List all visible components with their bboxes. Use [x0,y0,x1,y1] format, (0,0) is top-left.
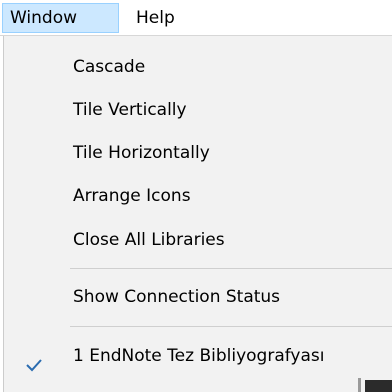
menu-item-arrange-icons[interactable]: Arrange Icons [4,176,392,216]
menu-item-tile-horizontally[interactable]: Tile Horizontally [4,133,392,173]
window-edge-block [365,380,392,392]
menu-separator [70,326,392,327]
menu-item-cascade[interactable]: Cascade [4,47,392,87]
window-edge-bar [358,378,361,392]
menu-bar: Window Help [0,0,392,36]
checkmark-icon [25,348,43,372]
menu-help[interactable]: Help [128,3,184,33]
window-menu-dropdown: Cascade Tile Vertically Tile Horizontall… [3,36,392,392]
menu-item-label: 1 EndNote Tez Bibliyografyası [73,346,325,366]
menu-window[interactable]: Window [2,3,119,33]
menu-separator [70,268,392,269]
menu-item-endnote-library[interactable]: 1 EndNote Tez Bibliyografyası [4,336,392,376]
menu-item-tile-vertically[interactable]: Tile Vertically [4,90,392,130]
menu-item-show-connection-status[interactable]: Show Connection Status [4,277,392,317]
background-window-edge [345,378,392,392]
menu-item-close-all-libraries[interactable]: Close All Libraries [4,220,392,260]
